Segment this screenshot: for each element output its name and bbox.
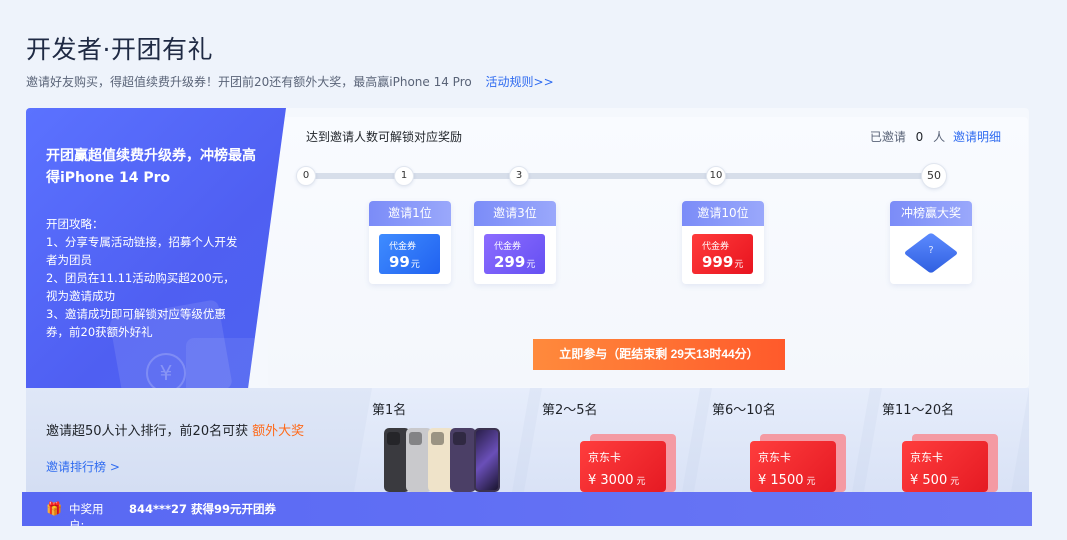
progress-node: 0 [296,166,316,186]
phone-icon [450,428,476,492]
unlock-label: 达到邀请人数可解锁对应奖励 [306,130,463,144]
jd-gift-card: 京东卡 ¥ 1500 元 [750,441,836,492]
reward-tier-1: 邀请1位 代金券 99元 [369,201,451,284]
ranking-list-link[interactable]: 邀请排行榜 > [46,458,120,475]
reward-tier-3: 邀请3位 代金券 299元 [474,201,556,284]
card-name: 京东卡 [910,451,943,464]
promo-headline: 开团赢超值续费升级券，冲榜最高得iPhone 14 Pro [46,148,256,186]
subtitle-text: 邀请好友购买，得超值续费升级券！开团前20还有额外大奖，最高赢iPhone 14… [26,75,472,89]
ranking-intro: 邀请超50人计入排行，前20名可获 额外大奖 [46,420,304,439]
invited-suffix: 人 [933,130,946,144]
card-amount: ¥ 500 元 [910,473,959,488]
coupon-type: 代金券 [702,242,730,252]
reward-title: 冲榜赢大奖 [890,201,972,226]
page-bottom [0,526,1067,540]
winner-ticker: 🎁 中奖用户: 844***27 获得99元开团券 [22,492,1032,526]
coupon-amount-value: 999 [702,253,734,271]
coupon-99: 代金券 99元 [379,234,440,274]
guide-title: 开团攻略： [46,217,104,231]
reward-title: 邀请3位 [474,201,556,226]
phone-icon [474,428,500,492]
reward-title: 邀请10位 [682,201,764,226]
gift-icon: 🎁 [46,502,63,517]
invited-prefix: 已邀请 [869,130,906,144]
ranking-highlight: 额外大奖 [252,424,305,439]
card-amount: ¥ 3000 元 [588,473,646,488]
page-title: 开发者·开团有礼 [26,35,213,64]
coupon-type: 代金券 [389,242,417,252]
invite-detail-link[interactable]: 邀请明细 [953,130,1001,144]
card-amount-value: ¥ 1500 [758,473,804,488]
page-subtitle: 邀请好友购买，得超值续费升级券！开团前20还有额外大奖，最高赢iPhone 14… [26,73,554,90]
coupon-unit: 元 [734,260,744,270]
coupon-amount-value: 99 [389,253,410,271]
coupon-type: 代金券 [494,242,522,252]
progress-node: 1 [394,166,414,186]
promo-guide: 开团攻略： 1、分享专属活动链接，招募个人开发者为团员 2、团员在11.11活动… [46,215,246,341]
invited-count: 0 [915,130,924,144]
jd-gift-card: 京东卡 ¥ 500 元 [902,441,988,492]
coupon-unit: 元 [526,260,536,270]
card-unit: 元 [636,477,646,487]
camera-icon [387,432,400,445]
coupon-amount: 299元 [494,253,535,271]
question-mark-icon: ? [928,245,934,256]
card-amount: ¥ 1500 元 [758,473,816,488]
winner-label: 中奖用户: [69,502,104,526]
reward-title: 邀请1位 [369,201,451,226]
progress-node: 50 [921,163,947,189]
camera-icon [409,432,422,445]
coupon-amount: 99元 [389,253,420,271]
coupon-unit: 元 [410,260,420,270]
invited-summary: 已邀请 0 人 邀请明细 [870,128,1001,145]
card-amount-value: ¥ 500 [910,473,948,488]
guide-step: 3、邀请成功即可解锁对应等级优惠券，前20获额外好礼 [46,307,226,339]
rank-title: 第11～20名 [882,403,955,418]
guide-step: 1、分享专属活动链接，招募个人开发者为团员 [46,235,238,267]
camera-icon [453,432,466,445]
progress-node: 3 [509,166,529,186]
ranking-intro-text: 邀请超50人计入排行，前20名可获 [46,424,249,439]
coupon-299: 代金券 299元 [484,234,545,274]
guide-step: 2、团员在11.11活动购买超200元，视为邀请成功 [46,271,235,303]
winner-text: 844***27 获得99元开团券 [129,502,277,516]
rank-title: 第1名 [372,403,407,418]
rank-title: 第6～10名 [712,403,776,418]
iphone-prize-image [384,428,504,492]
progress-node: 10 [706,166,726,186]
coupon-amount-value: 299 [494,253,526,271]
coupon-amount: 999元 [702,253,743,271]
card-unit: 元 [950,477,960,487]
join-now-button[interactable]: 立即参与（距结束剩 29天13时44分） [533,339,785,370]
reward-tier-10: 邀请10位 代金券 999元 [682,201,764,284]
jd-gift-card: 京东卡 ¥ 3000 元 [580,441,666,492]
card-name: 京东卡 [588,451,621,464]
activity-rules-link[interactable]: 活动规则>> [486,75,554,89]
rank-title: 第2～5名 [542,403,598,418]
coupon-999: 代金券 999元 [692,234,753,274]
card-amount-value: ¥ 3000 [588,473,634,488]
card-unit: 元 [806,477,816,487]
coin-icon: ¥ [146,353,186,393]
camera-icon [431,432,444,445]
reward-grand-prize: 冲榜赢大奖 ? [890,201,972,284]
card-name: 京东卡 [758,451,791,464]
